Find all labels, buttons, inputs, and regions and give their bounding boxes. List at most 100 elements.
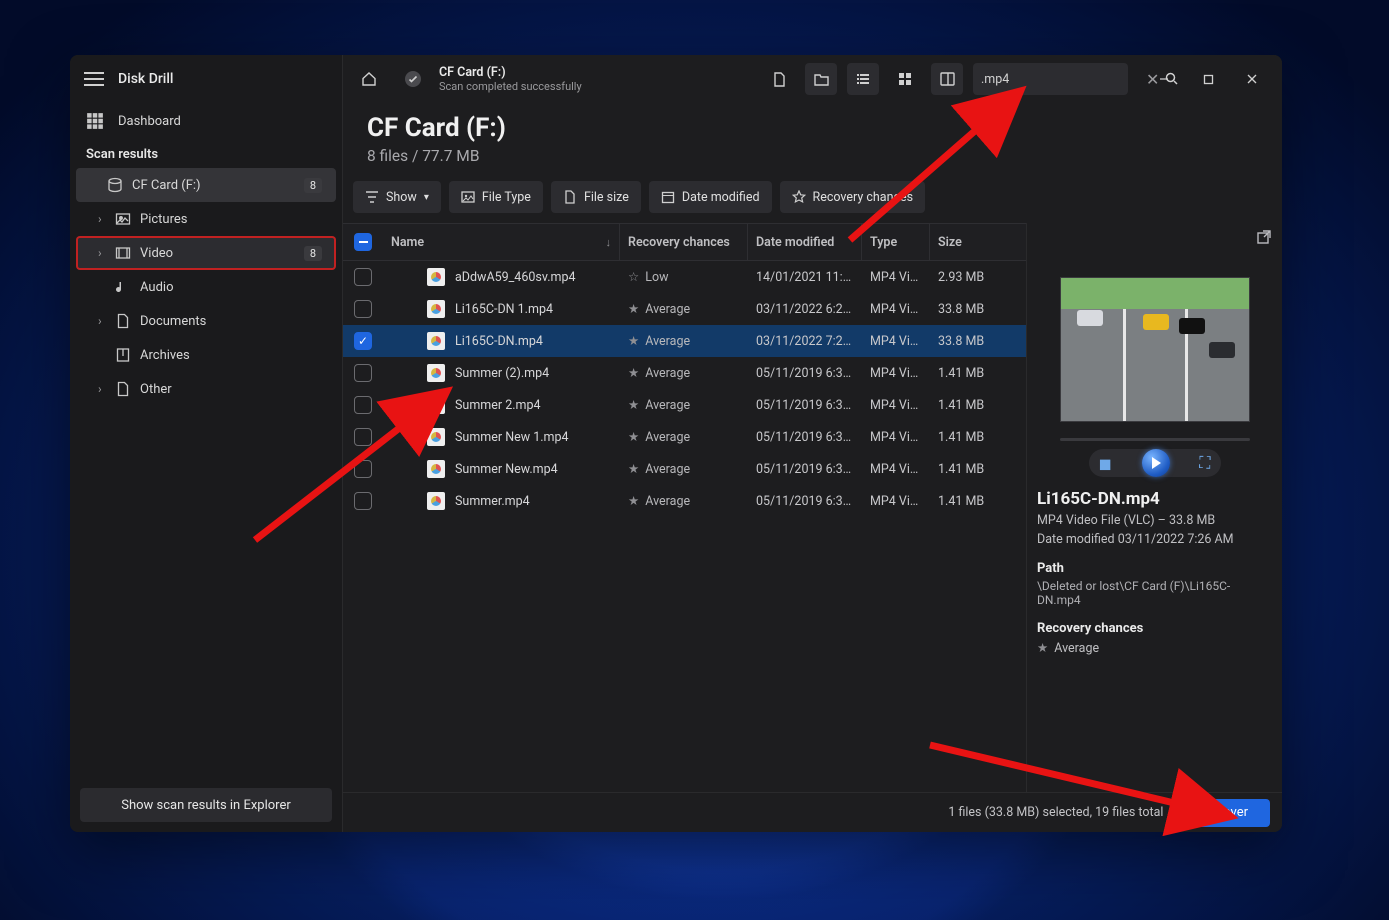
col-type[interactable]: Type: [862, 224, 930, 260]
minimize-button[interactable]: [1144, 63, 1184, 95]
table-row[interactable]: Summer.mp4★Average05/11/2019 6:38…MP4 Vi…: [343, 485, 1026, 517]
count-badge: 8: [304, 246, 322, 261]
preview-path-value: \Deleted or lost\CF Card (F)\Li165C-DN.m…: [1037, 579, 1272, 607]
preview-stop-button[interactable]: ◼: [1099, 454, 1112, 473]
recovery-value: Average: [645, 494, 690, 509]
star-icon: ★: [628, 461, 639, 477]
preview-seekbar[interactable]: [1060, 438, 1250, 441]
size-value: 1.41 MB: [930, 430, 1026, 445]
video-file-icon: [427, 396, 445, 414]
column-view-button[interactable]: [931, 63, 963, 95]
sidebar-section-scan-results: Scan results: [70, 139, 342, 168]
table-header: Name↓ Recovery chances Date modified Typ…: [343, 223, 1026, 261]
table-row[interactable]: aDdwA59_460sv.mp4☆Low14/01/2021 11:5…MP4…: [343, 261, 1026, 293]
preview-meta-type: MP4 Video File (VLC) – 33.8 MB: [1037, 513, 1272, 528]
recovery-value: Average: [645, 366, 690, 381]
table-row[interactable]: Summer New 1.mp4★Average05/11/2019 6:38……: [343, 421, 1026, 453]
video-file-icon: [427, 428, 445, 446]
row-checkbox[interactable]: [354, 492, 372, 510]
recover-button[interactable]: Recover: [1179, 799, 1270, 827]
sidebar-item-archives[interactable]: Archives: [76, 338, 336, 372]
star-icon: ★: [628, 365, 639, 381]
preview-fullscreen-button[interactable]: ⛶: [1199, 453, 1210, 473]
scan-status-text: Scan completed successfully: [439, 80, 582, 93]
sort-desc-icon: ↓: [606, 236, 612, 249]
show-in-explorer-button[interactable]: Show scan results in Explorer: [80, 788, 332, 822]
table-row[interactable]: Summer New.mp4★Average05/11/2019 6:38…MP…: [343, 453, 1026, 485]
filter-bar: Show ▾ File Type File size Date modified…: [343, 177, 1282, 223]
sidebar-item-video[interactable]: ›Video8: [76, 236, 336, 270]
row-checkbox[interactable]: [354, 332, 372, 350]
size-value: 1.41 MB: [930, 366, 1026, 381]
topbar: CF Card (F:) Scan completed successfully…: [343, 55, 1282, 103]
preview-thumbnail: [1060, 277, 1250, 422]
sidebar-item-dashboard[interactable]: Dashboard: [70, 103, 342, 139]
scan-status-icon: [397, 63, 429, 95]
file-name: Summer New.mp4: [455, 462, 558, 477]
row-checkbox[interactable]: [354, 428, 372, 446]
menu-button[interactable]: [84, 72, 104, 86]
row-checkbox[interactable]: [354, 268, 372, 286]
filter-show[interactable]: Show ▾: [353, 181, 441, 213]
file-name: aDdwA59_460sv.mp4: [455, 270, 576, 285]
file-table: Name↓ Recovery chances Date modified Typ…: [343, 223, 1026, 792]
filter-recoverychances[interactable]: Recovery chances: [780, 181, 926, 213]
sidebar-item-cf-card-f-[interactable]: CF Card (F:)8: [76, 168, 336, 202]
count-badge: 8: [304, 178, 322, 193]
close-button[interactable]: [1232, 63, 1272, 95]
sidebar-item-audio[interactable]: Audio: [76, 270, 336, 304]
search-input[interactable]: [981, 72, 1140, 87]
table-row[interactable]: Li165C-DN.mp4★Average03/11/2022 7:26…MP4…: [343, 325, 1026, 357]
preview-play-button[interactable]: [1142, 449, 1170, 477]
selection-status: 1 files (33.8 MB) selected, 19 files tot…: [948, 805, 1163, 820]
sidebar: Disk Drill Dashboard Scan results CF Car…: [70, 55, 343, 832]
video-icon: [114, 244, 132, 262]
grid-view-button[interactable]: [889, 63, 921, 95]
col-recovery[interactable]: Recovery chances: [620, 224, 748, 260]
folder-view-button[interactable]: [805, 63, 837, 95]
table-row[interactable]: Li165C-DN 1.mp4★Average03/11/2022 6:22…M…: [343, 293, 1026, 325]
list-view-button[interactable]: [847, 63, 879, 95]
chevron-right-icon: ›: [98, 314, 106, 328]
row-checkbox[interactable]: [354, 396, 372, 414]
star-icon: ★: [628, 397, 639, 413]
col-date[interactable]: Date modified: [748, 224, 862, 260]
filter-recoverychances-label: Recovery chances: [813, 190, 914, 205]
row-checkbox[interactable]: [354, 364, 372, 382]
search-box: ✕: [973, 63, 1128, 95]
open-external-button[interactable]: [1256, 229, 1272, 249]
size-value: 33.8 MB: [930, 334, 1026, 349]
picture-icon: [114, 210, 132, 228]
filter-filesize[interactable]: File size: [551, 181, 641, 213]
filter-datemodified[interactable]: Date modified: [649, 181, 772, 213]
sidebar-item-other[interactable]: ›Other: [76, 372, 336, 406]
preview-filename: Li165C-DN.mp4: [1037, 489, 1272, 509]
file-name: Summer New 1.mp4: [455, 430, 569, 445]
col-name[interactable]: Name↓: [383, 224, 620, 260]
recovery-value: Low: [645, 270, 668, 285]
size-value: 1.41 MB: [930, 398, 1026, 413]
maximize-button[interactable]: [1188, 63, 1228, 95]
sidebar-item-pictures[interactable]: ›Pictures: [76, 202, 336, 236]
filter-filetype-label: File Type: [482, 190, 531, 205]
status-bar: 1 files (33.8 MB) selected, 19 files tot…: [343, 792, 1282, 832]
preview-meta-date: Date modified 03/11/2022 7:26 AM: [1037, 532, 1272, 547]
table-row[interactable]: Summer (2).mp4★Average05/11/2019 6:38…MP…: [343, 357, 1026, 389]
chevron-down-icon: ▾: [424, 192, 429, 203]
file-view-button[interactable]: [763, 63, 795, 95]
type-value: MP4 Vi…: [862, 270, 930, 285]
row-checkbox[interactable]: [354, 460, 372, 478]
star-icon: ★: [628, 493, 639, 509]
date-value: 05/11/2019 6:38…: [748, 366, 862, 381]
star-icon: ★: [1037, 640, 1048, 656]
picture-icon: [461, 190, 475, 204]
page-header: CF Card (F:) 8 files / 77.7 MB: [343, 103, 1282, 177]
row-checkbox[interactable]: [354, 300, 372, 318]
select-all-checkbox[interactable]: [354, 233, 372, 251]
filter-filetype[interactable]: File Type: [449, 181, 543, 213]
sidebar-item-label: Video: [140, 246, 296, 261]
home-button[interactable]: [353, 63, 385, 95]
sidebar-item-documents[interactable]: ›Documents: [76, 304, 336, 338]
col-size[interactable]: Size: [930, 224, 1026, 260]
table-row[interactable]: Summer 2.mp4★Average05/11/2019 6:38…MP4 …: [343, 389, 1026, 421]
